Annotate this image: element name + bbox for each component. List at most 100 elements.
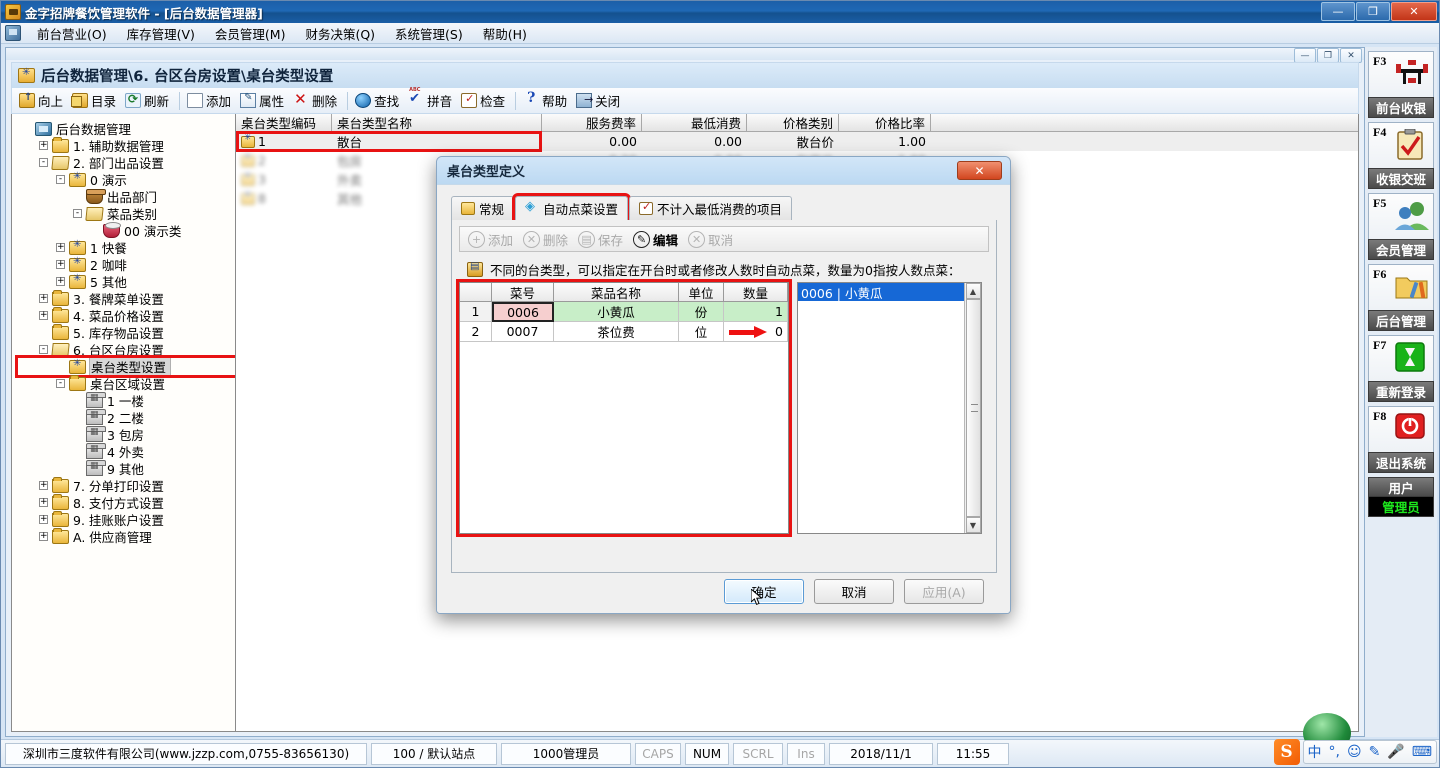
grid-column-header[interactable]: 最低消费 [642, 114, 747, 131]
tree-expander[interactable]: + [52, 243, 69, 252]
emoji-icon[interactable]: ☺ [1347, 744, 1362, 760]
auto-order-cell-unit[interactable]: 位 [679, 322, 724, 342]
tree-item-5--库存物品设置[interactable]: 5. 库存物品设置 [18, 323, 235, 341]
tree-expander[interactable]: + [35, 141, 52, 150]
microphone-icon[interactable]: 🎤 [1387, 744, 1404, 760]
scroll-track[interactable] [965, 299, 981, 517]
scroll-up-button[interactable]: ▲ [965, 283, 981, 299]
grid-column-header[interactable]: 桌台类型名称 [332, 114, 542, 131]
dialog-toolbar-编辑[interactable]: ✎ 编辑 [631, 229, 684, 250]
fkey-caption-F8[interactable]: 退出系统 [1368, 452, 1434, 473]
system-menu-icon[interactable] [5, 25, 21, 41]
toolbar-button-刷新[interactable]: 刷新 [122, 89, 175, 112]
grid-column-header[interactable]: 桌台类型编码 [236, 114, 332, 131]
tree-expander[interactable]: - [69, 209, 86, 218]
tree-expander[interactable]: + [35, 294, 52, 303]
grid-column-header[interactable]: 价格比率 [839, 114, 931, 131]
grid-column-header[interactable]: 服务费率 [542, 114, 642, 131]
tree-expander[interactable]: - [35, 345, 52, 354]
auto-order-column-header[interactable] [460, 283, 492, 302]
dialog-tab-自动点菜设置[interactable]: 自动点菜设置 [512, 193, 632, 223]
tree-item-3-包房[interactable]: 3 包房 [18, 425, 235, 443]
tree-item-桌台类型设置[interactable]: 桌台类型设置 [15, 355, 235, 378]
auto-order-cell-idx[interactable]: 2 [460, 322, 492, 342]
table-row[interactable]: 1 散台 0.00 0.00 散台价 1.00 [236, 132, 1358, 151]
listbox-scrollbar[interactable]: ▲ ▼ [964, 283, 981, 533]
auto-order-cell-idx[interactable]: 1 [460, 302, 492, 322]
tree-item-出品部门[interactable]: 出品部门 [18, 188, 235, 205]
auto-order-column-header[interactable]: 单位 [679, 283, 724, 302]
auto-order-cell-code[interactable]: 0006 [492, 302, 554, 322]
tree-item-2-咖啡[interactable]: +2 咖啡 [18, 256, 235, 273]
tree-item-菜品类别[interactable]: - 菜品类别 [18, 205, 235, 222]
auto-order-column-header[interactable]: 数量 [724, 283, 788, 302]
toolbar-button-检查[interactable]: 检查 [458, 89, 511, 112]
auto-order-cell-name[interactable]: 小黄瓜 [554, 302, 679, 322]
auto-order-grid[interactable]: 菜号 菜品名称 单位 数量 1 0006 小黄瓜份 1 2 0007 茶位费位 0 [456, 279, 792, 537]
ime-mode-icon[interactable]: 中 [1308, 742, 1322, 762]
auto-order-cell-qty[interactable]: 1 [724, 302, 788, 322]
pen-icon[interactable]: ✎ [1369, 744, 1381, 760]
dialog-close-button[interactable]: ✕ [957, 161, 1002, 180]
tree-item-9--挂账账户设置[interactable]: +9. 挂账账户设置 [18, 510, 235, 528]
tree-item-4--菜品价格设置[interactable]: +4. 菜品价格设置 [18, 306, 235, 324]
fkey-caption-F6[interactable]: 后台管理 [1368, 310, 1434, 331]
toolbar-button-拼音[interactable]: 拼音 [405, 87, 458, 112]
mdi-close-button[interactable]: ✕ [1340, 48, 1362, 63]
dialog-button-确定[interactable]: 确定 [724, 578, 804, 605]
dish-listbox[interactable]: 0006 | 小黄瓜 ▲ ▼ [797, 282, 982, 534]
toolbar-button-属性[interactable]: 属性 [237, 89, 290, 112]
tree-item-1--辅助数据管理[interactable]: +1. 辅助数据管理 [18, 136, 235, 154]
tree-item-0-演示[interactable]: -0 演示 [18, 171, 235, 188]
tree-expander[interactable]: + [35, 481, 52, 490]
dish-list[interactable]: 0006 | 小黄瓜 [798, 283, 964, 533]
fkey-button-F4[interactable]: F4 [1368, 122, 1434, 168]
scroll-thumb[interactable] [965, 299, 981, 517]
maximize-button[interactable]: ❐ [1356, 2, 1390, 21]
menu-item-frontdesk[interactable]: 前台营业(O) [27, 22, 117, 45]
auto-order-column-header[interactable]: 菜号 [492, 283, 554, 302]
tree-expander[interactable]: + [35, 532, 52, 541]
menu-item-help[interactable]: 帮助(H) [473, 22, 537, 45]
tree-item-7--分单打印设置[interactable]: +7. 分单打印设置 [18, 476, 235, 494]
punctuation-icon[interactable]: °, [1329, 744, 1340, 760]
fkey-button-F6[interactable]: F6 [1368, 264, 1434, 310]
tree-item-3--餐牌菜单设置[interactable]: +3. 餐牌菜单设置 [18, 289, 235, 307]
tree-item-2--部门出品设置[interactable]: -2. 部门出品设置 [18, 154, 235, 171]
close-button[interactable]: ✕ [1391, 2, 1437, 21]
tree-expander[interactable]: - [35, 158, 52, 167]
fkey-button-F8[interactable]: F8 [1368, 406, 1434, 452]
dialog-tab-常规[interactable]: 常规 [451, 196, 515, 220]
tree-item-2-二楼[interactable]: 2 二楼 [18, 408, 235, 426]
menu-item-inventory[interactable]: 库存管理(V) [117, 22, 205, 45]
toolbar-button-目录[interactable]: 目录 [69, 89, 122, 112]
menu-item-finance[interactable]: 财务决策(Q) [295, 22, 385, 45]
fkey-caption-F4[interactable]: 收银交班 [1368, 168, 1434, 189]
toolbar-button-帮助[interactable]: 帮助 [520, 89, 573, 112]
scroll-down-button[interactable]: ▼ [965, 517, 981, 533]
keyboard-icon[interactable]: ⌨ [1412, 744, 1432, 760]
sogou-ime-logo[interactable]: S [1273, 739, 1300, 765]
tree-item-00-演示类[interactable]: 00 演示类 [18, 221, 235, 239]
toolbar-button-删除[interactable]: 删除 [290, 89, 343, 112]
auto-order-column-header[interactable]: 菜品名称 [554, 283, 679, 302]
dialog-button-取消[interactable]: 取消 [814, 578, 894, 604]
toolbar-button-添加[interactable]: 添加 [184, 89, 237, 112]
tree-item-4-外卖[interactable]: 4 外卖 [18, 442, 235, 460]
tree-item-1-快餐[interactable]: +1 快餐 [18, 239, 235, 256]
mdi-minimize-button[interactable]: — [1294, 48, 1316, 63]
tree-item-8--支付方式设置[interactable]: +8. 支付方式设置 [18, 493, 235, 511]
fkey-button-F3[interactable]: F3 [1368, 51, 1434, 97]
auto-order-row[interactable]: 1 0006 小黄瓜份 1 [460, 302, 788, 322]
tree-expander[interactable]: + [35, 311, 52, 320]
tree-item-5-其他[interactable]: +5 其他 [18, 273, 235, 290]
tree-item-后台数据管理[interactable]: 后台数据管理 [18, 120, 235, 137]
mdi-restore-button[interactable]: ❐ [1317, 48, 1339, 63]
toolbar-button-向上[interactable]: 向上 [16, 89, 69, 112]
fkey-caption-F5[interactable]: 会员管理 [1368, 239, 1434, 260]
fkey-caption-F3[interactable]: 前台收银 [1368, 97, 1434, 118]
fkey-button-F7[interactable]: F7 [1368, 335, 1434, 381]
grid-column-header[interactable]: 价格类别 [747, 114, 839, 131]
tree-expander[interactable]: + [35, 515, 52, 524]
tree-expander[interactable]: - [52, 175, 69, 184]
